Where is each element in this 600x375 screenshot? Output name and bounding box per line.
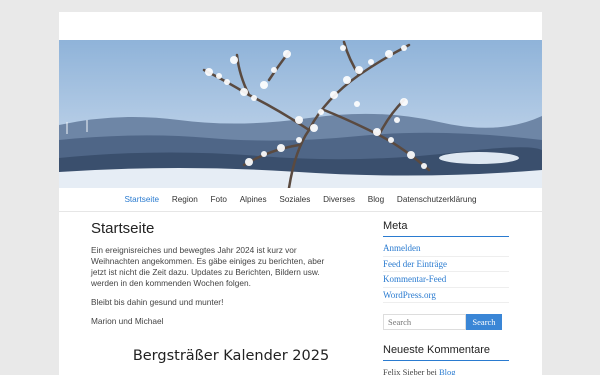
search-form: Search: [383, 314, 509, 330]
main-content: Startseite Ein ereignisreiches und beweg…: [91, 220, 336, 364]
search-input[interactable]: [383, 314, 466, 330]
meta-links-list: Anmelden Feed der Einträge Kommentar-Fee…: [383, 241, 509, 303]
main-navigation: Startseite Region Foto Alpines Soziales …: [59, 188, 542, 212]
nav-item-soziales[interactable]: Soziales: [273, 195, 317, 204]
nav-item-startseite[interactable]: Startseite: [118, 195, 165, 204]
nav-item-blog[interactable]: Blog: [361, 195, 390, 204]
recent-comment-item: Felix Sieber bei Blog: [383, 367, 509, 375]
list-item: Anmelden: [383, 241, 509, 257]
meta-link-entries-feed[interactable]: Feed der Einträge: [383, 259, 447, 269]
list-item: WordPress.org: [383, 288, 509, 303]
calendar-heading: Bergsträßer Kalender 2025: [132, 348, 330, 364]
site-header: [59, 12, 542, 40]
comment-post-link[interactable]: Blog: [439, 367, 456, 375]
nav-item-foto[interactable]: Foto: [204, 195, 233, 204]
signature-paragraph: Marion und Michael: [91, 316, 164, 326]
intro-paragraph: Ein ereignisreiches und bewegtes Jahr 20…: [91, 245, 325, 288]
nav-item-datenschutzerklaerung[interactable]: Datenschutzerklärung: [391, 195, 483, 204]
nav-item-alpines[interactable]: Alpines: [233, 195, 273, 204]
meta-widget-title: Meta: [383, 220, 509, 237]
page-container: Startseite Region Foto Alpines Soziales …: [59, 12, 542, 375]
greeting-paragraph: Bleibt bis dahin gesund und munter!: [91, 297, 224, 307]
comment-author: Felix Sieber bei: [383, 367, 437, 375]
nav-item-region[interactable]: Region: [165, 195, 204, 204]
nav-item-diverses[interactable]: Diverses: [317, 195, 362, 204]
list-item: Kommentar-Feed: [383, 272, 509, 288]
meta-link-comments-feed[interactable]: Kommentar-Feed: [383, 274, 446, 284]
search-button[interactable]: Search: [466, 314, 502, 330]
meta-link-wordpress[interactable]: WordPress.org: [383, 290, 436, 300]
header-banner-image: [59, 40, 542, 188]
recent-comments-title: Neueste Kommentare: [383, 344, 509, 361]
meta-link-anmelden[interactable]: Anmelden: [383, 243, 421, 253]
sidebar: Meta Anmelden Feed der Einträge Kommenta…: [383, 220, 509, 375]
page-title: Startseite: [91, 220, 155, 237]
list-item: Feed der Einträge: [383, 257, 509, 272]
